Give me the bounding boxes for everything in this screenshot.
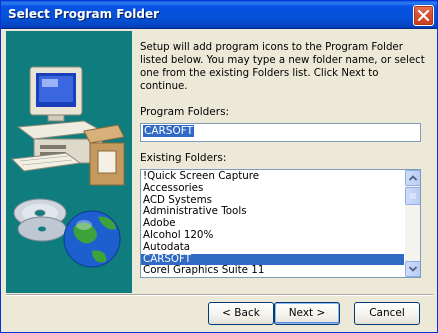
back-button[interactable]: < Back [208, 302, 274, 325]
scroll-up-button[interactable] [405, 170, 420, 186]
folder-list-item[interactable]: Administrative Tools [141, 206, 404, 218]
scroll-thumb[interactable] [405, 187, 420, 205]
instruction-text: Setup will add program icons to the Prog… [140, 42, 425, 92]
arrow-down-icon [408, 266, 418, 272]
folder-list-item[interactable]: Accessories [141, 182, 404, 195]
cancel-button[interactable]: Cancel [354, 302, 420, 325]
computer-icon [10, 66, 125, 186]
close-button[interactable] [413, 5, 434, 26]
setup-artwork [6, 31, 132, 293]
existing-folders-label: Existing Folders: [140, 152, 227, 164]
globe-icon [63, 210, 121, 268]
vertical-scrollbar[interactable] [405, 170, 420, 277]
folder-list-item[interactable]: Corel Graphics Suite 11 [141, 265, 404, 277]
grip-icon [410, 193, 416, 199]
setup-dialog: Select Program Folder Setup will add pro… [0, 0, 438, 333]
program-folder-value: CARSOFT [143, 125, 195, 137]
program-folder-input[interactable]: CARSOFT [140, 123, 421, 142]
arrow-up-icon [408, 175, 418, 181]
title-bar[interactable]: Select Program Folder [1, 1, 437, 29]
cd-icon [13, 198, 67, 242]
close-icon [418, 10, 429, 21]
next-button[interactable]: Next > [274, 302, 340, 325]
scroll-down-button[interactable] [405, 261, 420, 277]
folder-list-item[interactable]: Autodata [141, 241, 404, 254]
program-folders-label: Program Folders: [140, 106, 230, 118]
folder-list-item[interactable]: Alcohol 120% [141, 229, 404, 242]
window-title: Select Program Folder [8, 7, 160, 21]
existing-folders-list[interactable]: !Quick Screen Capture Accessories ACD Syst… [140, 169, 421, 278]
button-separator [6, 294, 433, 296]
